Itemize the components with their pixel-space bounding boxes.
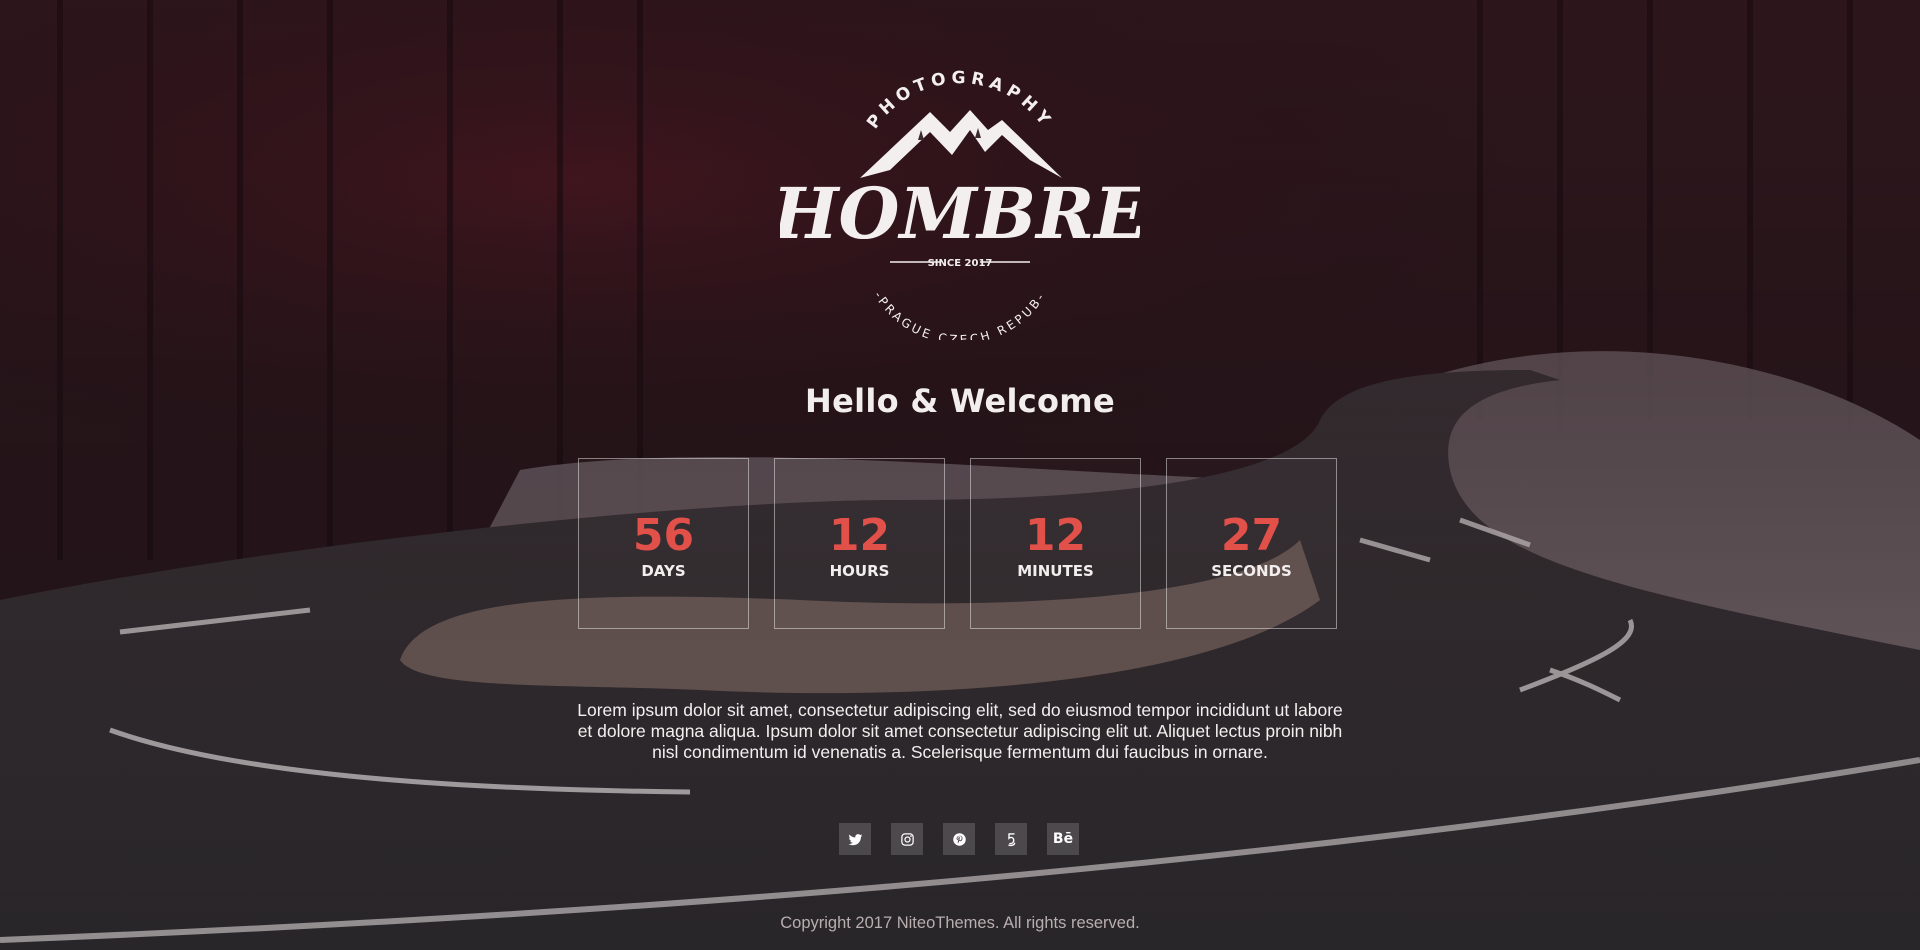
countdown-timer: 56 DAYS 12 HOURS 12 MINUTES 27 SECONDS: [578, 458, 1342, 630]
countdown-value: 12: [1024, 509, 1087, 561]
500px-icon: [1007, 832, 1015, 846]
instagram-button[interactable]: [891, 823, 923, 855]
copyright-footer: Copyright 2017 NiteoThemes. All rights r…: [780, 914, 1140, 932]
countdown-label: MINUTES: [1017, 561, 1094, 580]
twitter-icon: [848, 833, 862, 845]
page: PHOTOGRAPHY HOMBRE SINCE 2017 -PRAGUE CZ…: [0, 0, 1920, 950]
countdown-value: 12: [828, 509, 891, 561]
countdown-hours: 12 HOURS: [774, 458, 945, 629]
countdown-label: DAYS: [641, 561, 686, 580]
countdown-label: SECONDS: [1211, 561, 1292, 580]
social-links: Bē: [839, 823, 1079, 855]
countdown-minutes: 12 MINUTES: [970, 458, 1141, 629]
behance-icon: Bē: [1052, 831, 1074, 847]
behance-button[interactable]: Bē: [1047, 823, 1079, 855]
instagram-icon: [900, 832, 914, 846]
page-title: Hello & Welcome: [805, 382, 1115, 420]
countdown-days: 56 DAYS: [578, 458, 749, 629]
pinterest-icon: [952, 832, 966, 846]
logo-since: SINCE 2017: [928, 258, 993, 269]
countdown-value: 56: [632, 509, 695, 561]
twitter-button[interactable]: [839, 823, 871, 855]
svg-text:-PRAGUE CZECH REPUB-: -PRAGUE CZECH REPUB-: [871, 289, 1048, 340]
countdown-seconds: 27 SECONDS: [1166, 458, 1337, 629]
logo-arc-bottom-text: -PRAGUE CZECH REPUB-: [871, 289, 1045, 340]
hombre-logo: PHOTOGRAPHY HOMBRE SINCE 2017 -PRAGUE CZ…: [780, 60, 1140, 340]
countdown-label: HOURS: [829, 561, 890, 580]
logo-name: HOMBRE: [780, 172, 1140, 255]
pinterest-button[interactable]: [943, 823, 975, 855]
countdown-value: 27: [1220, 509, 1283, 561]
description-text: Lorem ipsum dolor sit amet, consectetur …: [577, 700, 1343, 762]
500px-button[interactable]: [995, 823, 1027, 855]
